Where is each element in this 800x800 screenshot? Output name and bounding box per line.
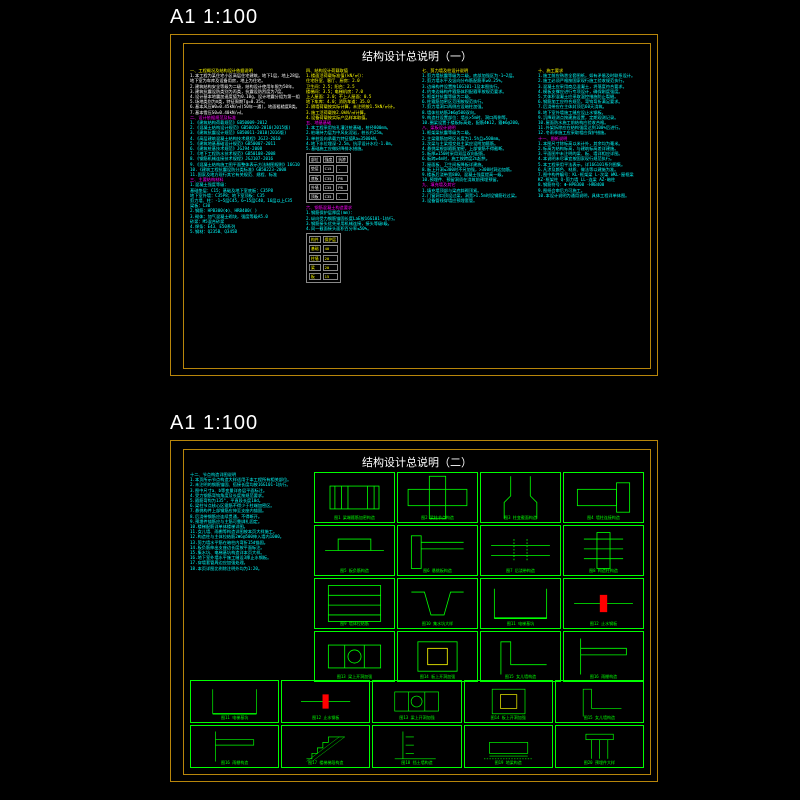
detail-4: 图4 墙柱连接构造: [563, 472, 644, 523]
detail-caption: 图8 构造柱构造: [564, 568, 643, 574]
detail-caption: 图17 楼梯梯段构造: [282, 760, 369, 766]
detail-caption: 图11 电梯基坑: [481, 621, 560, 627]
detail-5: 图5 板负筋构造: [314, 525, 395, 576]
sheet1-title: 结构设计总说明（一）: [184, 48, 650, 64]
detail-caption: 图12 止水钢板: [282, 715, 369, 721]
detail-11: 图11 电梯基坑: [190, 680, 279, 723]
detail-caption: 图5 板负筋构造: [315, 568, 394, 574]
detail-15: 图15 女儿墙构造: [555, 680, 644, 723]
detail-13: 图13 梁上开洞加强: [314, 631, 395, 682]
detail-20: 图20 预埋件大样: [555, 725, 644, 768]
detail-caption: 图16 雨棚构造: [191, 760, 278, 766]
text-line: 5.钢材：Q235B、Q345B: [190, 229, 300, 234]
sheet2-title: 结构设计总说明（二）: [184, 454, 650, 470]
detail-1: 图1 梁端箍筋加密构造: [314, 472, 395, 523]
detail-16: 图16 雨棚构造: [563, 631, 644, 682]
text-line: 18.本页详图比例除注明外均为1:20。: [190, 566, 308, 571]
sheet1-col2: 四、结构设计荷载取值 1.楼面活荷载标准值(kN/㎡)： 住宅卧室、客厅、厨房：…: [306, 68, 416, 362]
text-line: 3.设备管线穿墙应预埋套管。: [422, 198, 532, 203]
sheet2-outer-frame: 结构设计总说明（二） 十二、节点构造详图说明1.本页所示节点构造大样适用于本工程…: [170, 440, 658, 782]
detail-caption: 图14 板上开洞加强: [465, 715, 552, 721]
detail-caption: 图2 梁柱节点构造: [398, 515, 477, 521]
s1-table1: 部位强度抗渗垫层C15-底板C35P8外墙C35P8顶板C35-: [306, 153, 351, 203]
sheet2-label: A1 1:100: [170, 412, 258, 435]
detail-caption: 图19 地梁构造: [465, 760, 552, 766]
sheet1-outer-frame: 结构设计总说明（一） 一、工程概况及结构设计依据说明 1.本工程为某住宅小区高层…: [170, 34, 658, 376]
detail-6: 图6 悬挑板构造: [397, 525, 478, 576]
detail-caption: 图9 墙体拉结筋: [315, 621, 394, 627]
sheet1-col3: 七、剪力墙及柱设计说明 1.剪力墙抗震等级为二级，底部加强区为-1~2层。2.剪…: [422, 68, 532, 362]
detail-15: 图15 女儿墙构造: [480, 631, 561, 682]
detail-14: 图14 板上开洞加强: [397, 631, 478, 682]
detail-caption: 图7 后浇带构造: [481, 568, 560, 574]
detail-17: 图17 楼梯梯段构造: [281, 725, 370, 768]
sheet2-inner-frame: 结构设计总说明（二） 十二、节点构造详图说明1.本页所示节点构造大样适用于本工程…: [183, 449, 651, 775]
detail-14: 图14 板上开洞加强: [464, 680, 553, 723]
detail-caption: 图6 悬挑板构造: [398, 568, 477, 574]
detail-caption: 图10 集水坑大样: [398, 621, 477, 627]
detail-12: 图12 止水钢板: [281, 680, 370, 723]
text-line: 5.基础施工应做好降排水措施。: [306, 146, 416, 151]
sheet1-col1: 一、工程概况及结构设计依据说明 1.本工程为某住宅小区高层住宅建筑，地下1层，地…: [190, 68, 300, 362]
sheet1-col4: 十、施工要求 1.施工前应熟悉全套图纸，如有矛盾及时联系设计。2.施工必须严格按…: [538, 68, 646, 362]
detail-12: 图12 止水钢板: [563, 578, 644, 629]
detail-3: 图3 柱变截面构造: [480, 472, 561, 523]
text-line: 3.《建筑抗震设计规范》GB50011-2010(2016版): [190, 130, 300, 135]
sheet1-inner-frame: 结构设计总说明（一） 一、工程概况及结构设计依据说明 1.本工程为某住宅小区高层…: [183, 43, 651, 369]
detail-18: 图18 挡土墙构造: [372, 725, 461, 768]
sheet2-detail-grid-bottom: 图11 电梯基坑图12 止水钢板图13 梁上开洞加强图14 板上开洞加强图15 …: [190, 680, 644, 768]
detail-caption: 图13 梁上开洞加强: [373, 715, 460, 721]
sheet1-label: A1 1:100: [170, 6, 258, 29]
text-line: 4.同一截面接头面积百分率≤50%。: [306, 226, 416, 231]
detail-caption: 图12 止水钢板: [564, 621, 643, 627]
detail-8: 图8 构造柱构造: [563, 525, 644, 576]
detail-caption: 图11 电梯基坑: [191, 715, 278, 721]
detail-19: 图19 地梁构造: [464, 725, 553, 768]
text-line: 6.基本风压W0=0.45kN/㎡(50年一遇)，地面粗糙度B类。: [190, 104, 300, 109]
sheet2-notes: 十二、节点构造详图说明1.本页所示节点构造大样适用于本工程所有相关部位。2.未注…: [190, 472, 308, 674]
detail-caption: 图20 预埋件大样: [556, 760, 643, 766]
text-line: 2.未注明的钢筋锚固、搭接长度均按16G101-1执行。: [190, 482, 308, 487]
detail-9: 图9 墙体拉结筋: [314, 578, 395, 629]
sheet2-detail-grid-top: 图1 梁端箍筋加密构造图2 梁柱节点构造图3 柱变截面构造图4 墙柱连接构造图5…: [314, 472, 644, 682]
detail-caption: 图1 梁端箍筋加密构造: [315, 515, 394, 521]
detail-16: 图16 雨棚构造: [190, 725, 279, 768]
detail-11: 图11 电梯基坑: [480, 578, 561, 629]
detail-caption: 图3 柱变截面构造: [481, 515, 560, 521]
detail-13: 图13 梁上开洞加强: [372, 680, 461, 723]
text-line: 10.本设计说明为通用说明，具体工程详单体图。: [538, 193, 646, 198]
detail-caption: 图15 女儿墙构造: [556, 715, 643, 721]
detail-2: 图2 梁柱节点构造: [397, 472, 478, 523]
detail-caption: 图18 挡土墙构造: [373, 760, 460, 766]
s1-table2: 构件保护层基础40柱墙20梁20板15: [306, 233, 341, 283]
detail-caption: 图4 墙柱连接构造: [564, 515, 643, 521]
detail-7: 图7 后浇带构造: [480, 525, 561, 576]
detail-10: 图10 集水坑大样: [397, 578, 478, 629]
